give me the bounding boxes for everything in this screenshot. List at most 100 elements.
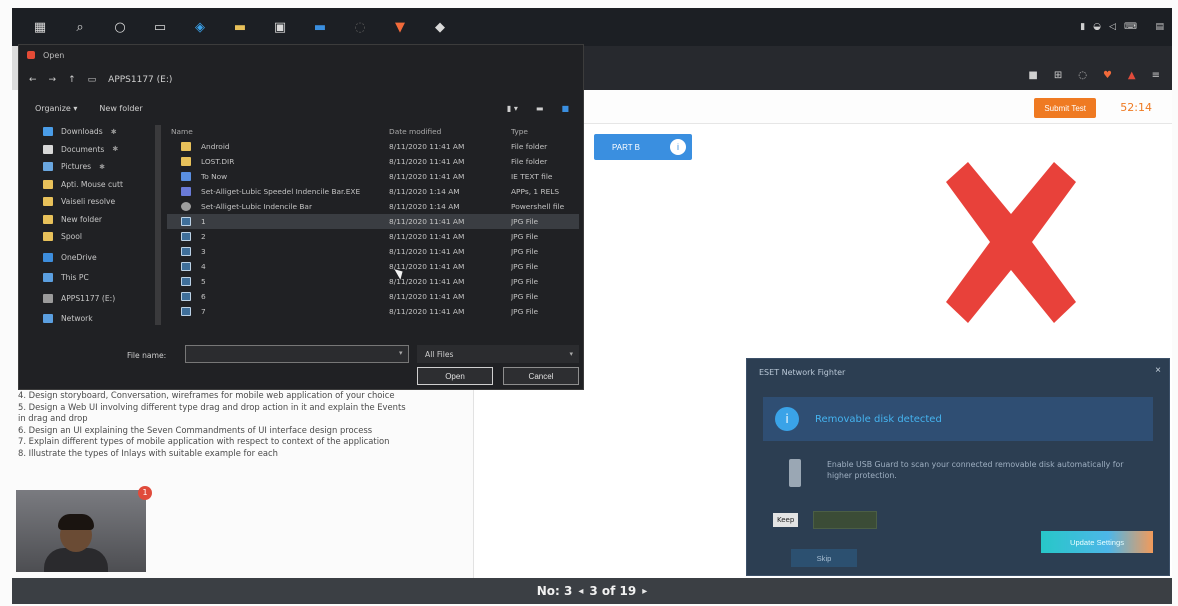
nav-item[interactable]: OneDrive [19, 249, 151, 267]
new-folder-button[interactable]: New folder [99, 104, 142, 113]
notification-dropdown[interactable] [813, 511, 877, 529]
file-type-select[interactable]: All Files ▾ [417, 345, 579, 363]
notification-primary-button[interactable]: Update Settings [1041, 531, 1153, 553]
nav-item[interactable]: Vaiseli resolve [19, 193, 151, 211]
nav-item[interactable]: Documents ✱ [19, 141, 151, 159]
open-button[interactable]: Open [417, 367, 493, 385]
file-type: JPG File [511, 217, 539, 226]
webcam-warning-badge: 1 [138, 486, 152, 500]
file-row[interactable]: 5 8/11/2020 11:41 AM JPG File [167, 274, 579, 289]
nav-item[interactable]: Pictures ✱ [19, 158, 151, 176]
nav-item-label: Network [61, 314, 93, 324]
nav-item[interactable]: Apti. Mouse cutt [19, 176, 151, 194]
cortana-icon[interactable]: ○ [111, 18, 129, 36]
previous-question-button[interactable]: ◂ [578, 586, 583, 597]
file-row[interactable]: LOST.DIR 8/11/2020 11:41 AM File folder [167, 154, 579, 169]
file-type: JPG File [511, 262, 539, 271]
menu-icon[interactable]: ≡ [1152, 70, 1160, 81]
file-explorer-icon[interactable]: ▬ [231, 18, 249, 36]
file-name-cell: Set-Alliget-Lubic Speedel Indencile Bar.… [167, 187, 389, 196]
file-name-cell: 2 [167, 232, 389, 241]
brave-icon[interactable]: ▼ [391, 18, 409, 36]
column-type[interactable]: Type [511, 127, 579, 136]
usb-tray-icon[interactable]: ▮ [1080, 22, 1085, 32]
nav-item[interactable]: Spool [19, 228, 151, 246]
notification-close-button[interactable]: × [1155, 365, 1161, 376]
column-date-modified[interactable]: Date modified [389, 127, 511, 136]
notification-icon[interactable]: ▲ [1128, 70, 1136, 81]
network-icon[interactable]: ◒ [1093, 22, 1101, 32]
image-file-icon [181, 292, 191, 301]
nav-item-label: Pictures [61, 162, 92, 172]
submit-test-button[interactable]: Submit Test [1034, 98, 1096, 118]
nav-item[interactable]: Network [19, 310, 151, 328]
file-row[interactable]: Android 8/11/2020 11:41 AM File folder [167, 139, 579, 154]
image-file-icon [181, 262, 191, 271]
file-row[interactable]: 6 8/11/2020 11:41 AM JPG File [167, 289, 579, 304]
view-options-icon[interactable]: ▮ ▾ [507, 104, 518, 113]
extension-icon[interactable]: ■ [1028, 70, 1037, 81]
forward-arrow-icon[interactable]: → [49, 75, 57, 85]
nav-item[interactable]: APPS1177 (E:) [19, 290, 151, 308]
file-row[interactable]: 4 8/11/2020 11:41 AM JPG File [167, 259, 579, 274]
file-row[interactable]: 1 8/11/2020 11:41 AM JPG File [167, 214, 579, 229]
notification-skip-button[interactable]: Skip [791, 549, 857, 567]
brave-shield-icon[interactable]: ♥ [1103, 70, 1112, 81]
file-row[interactable]: To Now 8/11/2020 11:41 AM IE TEXT file [167, 169, 579, 184]
notification-checkbox-label[interactable]: Keep [773, 513, 799, 527]
webcam-preview [16, 490, 146, 572]
file-row[interactable]: Set-Alliget-Lubic Indencile Bar 8/11/2020… [167, 199, 579, 214]
file-name-dropdown-icon[interactable]: ▾ [399, 349, 403, 357]
removable-disk-notification: ESET Network Fighter × i Removable disk … [746, 358, 1170, 576]
browser-icon[interactable]: ◌ [351, 18, 369, 36]
nav-item[interactable]: This PC [19, 269, 151, 287]
windows-icon[interactable]: ▦ [31, 18, 49, 36]
question-item: 8. Illustrate the types of Inlays with s… [18, 447, 278, 458]
bookmark-icon[interactable]: ⊞ [1054, 70, 1062, 81]
store-icon[interactable]: ▣ [271, 18, 289, 36]
nav-item-label: This PC [61, 273, 89, 283]
file-date: 8/11/2020 11:41 AM [389, 157, 465, 166]
back-arrow-icon[interactable]: ← [29, 75, 37, 85]
usb-drive-icon [789, 459, 801, 487]
file-row[interactable]: 3 8/11/2020 11:41 AM JPG File [167, 244, 579, 259]
search-icon[interactable]: ⌕ [71, 18, 89, 36]
question-number: No: 3 [536, 584, 573, 598]
cancel-button[interactable]: Cancel [503, 367, 579, 385]
image-file-icon [181, 247, 191, 256]
app-icon[interactable]: ◆ [431, 18, 449, 36]
nav-item[interactable]: New folder [19, 211, 151, 229]
dialog-path[interactable]: APPS1177 (E:) [108, 75, 172, 85]
up-arrow-icon[interactable]: ↑ [68, 75, 76, 85]
file-date: 8/11/2020 11:41 AM [389, 172, 465, 181]
nav-item-label: Spool [61, 232, 83, 242]
mail-icon[interactable]: ▬ [311, 18, 329, 36]
part-b-button[interactable]: PART B i [594, 134, 692, 160]
help-icon[interactable]: ■ [561, 104, 569, 113]
nav-item-label: OneDrive [61, 252, 97, 262]
preview-pane-icon[interactable]: ▬ [536, 104, 544, 113]
file-name-input[interactable] [185, 345, 409, 363]
file-row[interactable]: 7 8/11/2020 11:41 AM JPG File [167, 304, 579, 319]
file-date: 8/11/2020 11:41 AM [389, 232, 465, 241]
file-row[interactable]: 2 8/11/2020 11:41 AM JPG File [167, 229, 579, 244]
volume-icon[interactable]: ◁ [1109, 22, 1116, 32]
action-center-icon[interactable]: ▤ [1155, 22, 1164, 32]
language-icon[interactable]: ⌨ [1124, 22, 1137, 32]
next-question-button[interactable]: ▸ [642, 586, 647, 597]
column-name[interactable]: Name [167, 127, 389, 136]
folder-icon [43, 214, 53, 224]
file-date: 8/11/2020 11:41 AM [389, 262, 465, 271]
info-icon[interactable]: i [670, 139, 686, 155]
file-name-label: File name: [127, 351, 167, 360]
edge-icon[interactable]: ◈ [191, 18, 209, 36]
organize-menu[interactable]: Organize ▾ [35, 104, 77, 113]
file-type: JPG File [511, 247, 539, 256]
clock[interactable] [1145, 16, 1148, 38]
setup-file-icon [181, 187, 191, 196]
navigation-scrollbar[interactable] [155, 125, 161, 325]
task-view-icon[interactable]: ▭ [151, 18, 169, 36]
file-row[interactable]: Set-Alliget-Lubic Speedel Indencile Bar.… [167, 184, 579, 199]
sync-icon[interactable]: ◌ [1078, 70, 1087, 81]
nav-item[interactable]: Downloads ✱ [19, 123, 151, 141]
